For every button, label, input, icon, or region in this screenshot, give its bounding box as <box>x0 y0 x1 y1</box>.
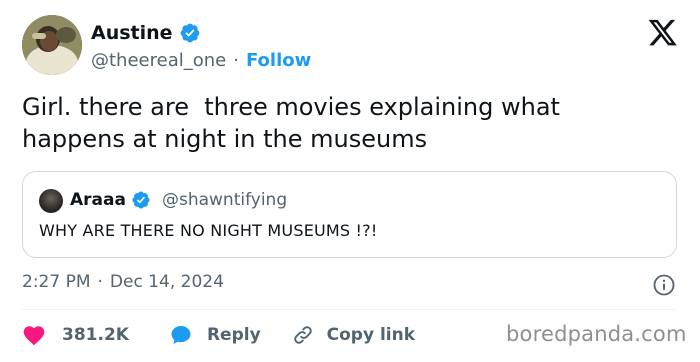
reply-bubble-icon <box>171 326 191 344</box>
x-logo-icon[interactable] <box>648 19 678 47</box>
tweet-date: Dec 14, 2024 <box>109 272 224 292</box>
quoted-author-avatar[interactable] <box>39 189 63 213</box>
copy-link-button[interactable]: Copy link <box>291 323 415 347</box>
action-bar: 381.2K Reply Copy link <box>22 321 415 349</box>
like-count: 381.2K <box>62 325 129 345</box>
info-icon[interactable] <box>652 273 676 297</box>
quoted-display-name: Araaa <box>70 190 126 210</box>
separator-dot: · <box>97 272 103 292</box>
verified-badge-icon <box>132 191 150 209</box>
author-avatar[interactable] <box>22 15 82 75</box>
author-handle[interactable]: @theereal_one <box>91 50 226 71</box>
copy-link-label: Copy link <box>326 325 416 345</box>
author-name-row: Austine <box>91 19 201 47</box>
link-icon <box>293 326 312 344</box>
quoted-tweet[interactable]: Araaa @shawntifying WHY ARE THERE NO NIG… <box>22 171 677 258</box>
quoted-text: WHY ARE THERE NO NIGHT MUSEUMS !?! <box>39 221 378 240</box>
heart-icon <box>23 326 45 346</box>
watermark: boredpanda.com <box>506 322 687 346</box>
separator-dot: · <box>233 49 239 71</box>
quoted-author-row: Araaa @shawntifying <box>70 187 287 213</box>
reply-button[interactable]: Reply <box>169 323 261 347</box>
like-button[interactable]: 381.2K <box>22 324 129 346</box>
tweet-card: Austine @theereal_one · Follow Girl. the… <box>0 0 700 362</box>
follow-button[interactable]: Follow <box>246 50 311 71</box>
tweet-timestamp[interactable]: 2:27 PM · Dec 14, 2024 <box>22 272 224 292</box>
author-display-name[interactable]: Austine <box>91 22 173 44</box>
tweet-time: 2:27 PM <box>22 272 91 292</box>
quoted-handle: @shawntifying <box>161 190 288 210</box>
tweet-text: Girl. there are three movies explaining … <box>22 93 568 153</box>
reply-label: Reply <box>206 325 261 345</box>
avatar-photo <box>22 15 82 75</box>
author-handle-row: @theereal_one · Follow <box>91 48 311 72</box>
divider <box>22 309 677 310</box>
verified-badge-icon <box>180 23 199 43</box>
